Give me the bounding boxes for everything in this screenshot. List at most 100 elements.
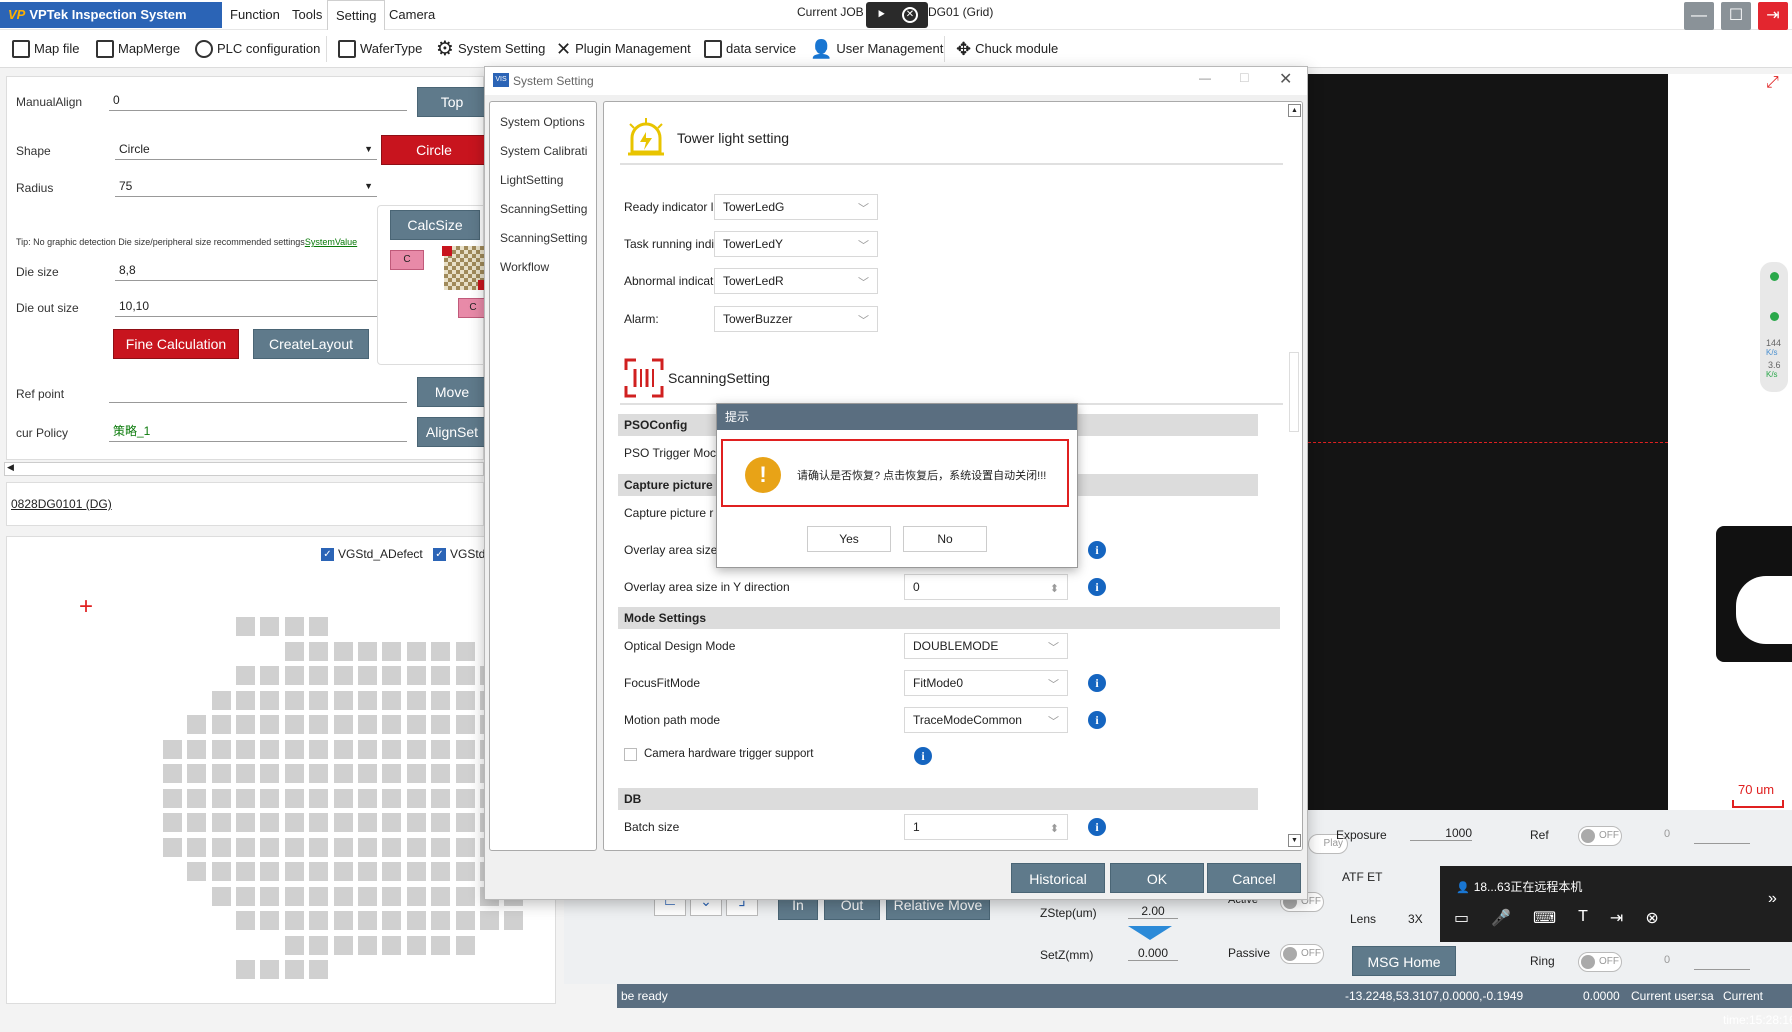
wafer-die[interactable] <box>406 911 426 930</box>
chat-icon[interactable]: ▭ <box>1454 908 1469 928</box>
wafer-die[interactable] <box>382 666 402 685</box>
wafer-die[interactable] <box>284 690 304 710</box>
lens-value[interactable]: 3X <box>1408 912 1423 926</box>
wafer-die[interactable] <box>187 813 207 832</box>
wafer-die[interactable] <box>431 764 451 783</box>
wafer-die[interactable] <box>284 837 304 857</box>
wafer-die[interactable] <box>187 715 207 734</box>
wafer-die[interactable] <box>333 641 353 661</box>
wafer-die[interactable] <box>358 837 377 857</box>
wafer-die[interactable] <box>284 739 304 759</box>
toolbar-map-file[interactable]: Map file <box>12 36 80 62</box>
wafer-die[interactable] <box>236 837 255 857</box>
wafer-die[interactable] <box>333 764 353 783</box>
wafer-die[interactable] <box>455 837 475 857</box>
wafer-die[interactable] <box>309 960 329 979</box>
wafer-die[interactable] <box>455 788 475 808</box>
wafer-die[interactable] <box>236 813 255 832</box>
wafer-die[interactable] <box>309 862 329 881</box>
wafer-die[interactable] <box>406 764 426 783</box>
no-button[interactable]: No <box>903 526 987 552</box>
wafer-die[interactable] <box>211 764 231 783</box>
wafer-die[interactable] <box>211 690 231 710</box>
toolbar-data-service[interactable]: data service <box>704 36 796 62</box>
yes-button[interactable]: Yes <box>807 526 891 552</box>
wafer-die[interactable] <box>382 715 402 734</box>
wafer-die[interactable] <box>260 666 280 685</box>
wafer-die[interactable] <box>333 813 353 832</box>
wafer-die[interactable] <box>382 935 402 955</box>
wafer-die[interactable] <box>309 641 329 661</box>
scroll-down-icon[interactable]: ▼ <box>1288 834 1301 847</box>
close-circle-icon[interactable]: ⊗ <box>1645 908 1658 928</box>
setz-input[interactable]: 0.000 <box>1128 946 1178 961</box>
wafer-die[interactable] <box>284 813 304 832</box>
wafer-die[interactable] <box>309 788 329 808</box>
ok-button[interactable]: OK <box>1110 863 1204 893</box>
wafer-die[interactable] <box>260 911 280 930</box>
radius-select[interactable]: 75 ▼ <box>115 175 377 197</box>
exit-button[interactable]: ⇥ <box>1758 2 1788 30</box>
wafer-die[interactable] <box>480 911 499 930</box>
optical-design-mode-select[interactable]: DOUBLEMODE ﹀ <box>904 633 1068 659</box>
camera-view[interactable] <box>1308 74 1668 810</box>
wafer-die[interactable] <box>236 862 255 881</box>
wafer-die[interactable] <box>382 837 402 857</box>
wafer-die[interactable] <box>406 666 426 685</box>
wafer-die[interactable] <box>260 862 280 881</box>
wafer-die[interactable] <box>187 862 207 881</box>
wafer-die[interactable] <box>333 862 353 881</box>
pointer-icon[interactable]: ⯈ <box>876 7 886 23</box>
wafer-die[interactable] <box>236 960 255 979</box>
wafer-die[interactable] <box>382 690 402 710</box>
shape-select[interactable]: Circle ▼ <box>115 138 377 160</box>
wafer-die[interactable] <box>236 690 255 710</box>
wafer-die[interactable] <box>455 739 475 759</box>
transfer-icon[interactable]: ⇥ <box>1610 908 1623 928</box>
motion-path-mode-select[interactable]: TraceModeCommon ﹀ <box>904 707 1068 733</box>
passive-toggle[interactable]: OFF <box>1280 944 1324 964</box>
wafer-die[interactable] <box>455 690 475 710</box>
wafer-die[interactable] <box>236 739 255 759</box>
wafer-die[interactable] <box>333 935 353 955</box>
wafer-die[interactable] <box>187 788 207 808</box>
wafer-die[interactable] <box>406 837 426 857</box>
alarm-select[interactable]: TowerBuzzer ﹀ <box>714 306 878 332</box>
calcsize-button[interactable]: CalcSize <box>390 210 480 240</box>
abnormal-indicator-select[interactable]: TowerLedR ﹀ <box>714 268 878 294</box>
chevron-left-icon[interactable]: ◀ <box>7 462 14 473</box>
wafer-die[interactable] <box>284 911 304 930</box>
close-icon[interactable]: ✕ <box>902 7 918 23</box>
wafer-die[interactable] <box>382 739 402 759</box>
wafer-die[interactable] <box>406 739 426 759</box>
text-icon[interactable]: T <box>1578 908 1588 928</box>
toolbar-plugin-management[interactable]: ✕ Plugin Management <box>556 36 691 62</box>
wafer-die[interactable] <box>406 690 426 710</box>
wafer-die[interactable] <box>406 935 426 955</box>
top-button[interactable]: Top <box>417 87 487 117</box>
wafer-die[interactable] <box>309 886 329 906</box>
wafer-die[interactable] <box>162 764 182 783</box>
z-down-arrow-icon[interactable] <box>1128 926 1172 940</box>
cur-policy-input[interactable]: 策略_1 <box>109 420 407 442</box>
wafer-die[interactable] <box>162 813 182 832</box>
wafer-die[interactable] <box>333 739 353 759</box>
wafer-die[interactable] <box>236 911 255 930</box>
wafer-die[interactable] <box>236 886 255 906</box>
wafer-die[interactable] <box>260 813 280 832</box>
wafer-die[interactable] <box>431 788 451 808</box>
nav-system-options[interactable]: System Options <box>490 108 596 137</box>
ring-select[interactable] <box>1694 952 1750 970</box>
menu-camera[interactable]: Camera <box>381 0 443 30</box>
die-out-size-input[interactable]: 10,10 <box>115 295 377 317</box>
overlay-y-input[interactable]: 0 ⬍ <box>904 574 1068 600</box>
wafer-die[interactable] <box>431 935 451 955</box>
wafer-die[interactable] <box>455 666 475 685</box>
minimize-icon[interactable]: — <box>1199 71 1211 85</box>
microphone-icon[interactable]: 🎤 <box>1491 908 1511 928</box>
wafer-die[interactable] <box>309 837 329 857</box>
expand-icon[interactable]: ⤢ <box>1766 74 1779 92</box>
toolbar-mapmerge[interactable]: MapMerge <box>96 36 180 62</box>
wafer-die[interactable] <box>260 739 280 759</box>
wafer-die[interactable] <box>358 862 377 881</box>
